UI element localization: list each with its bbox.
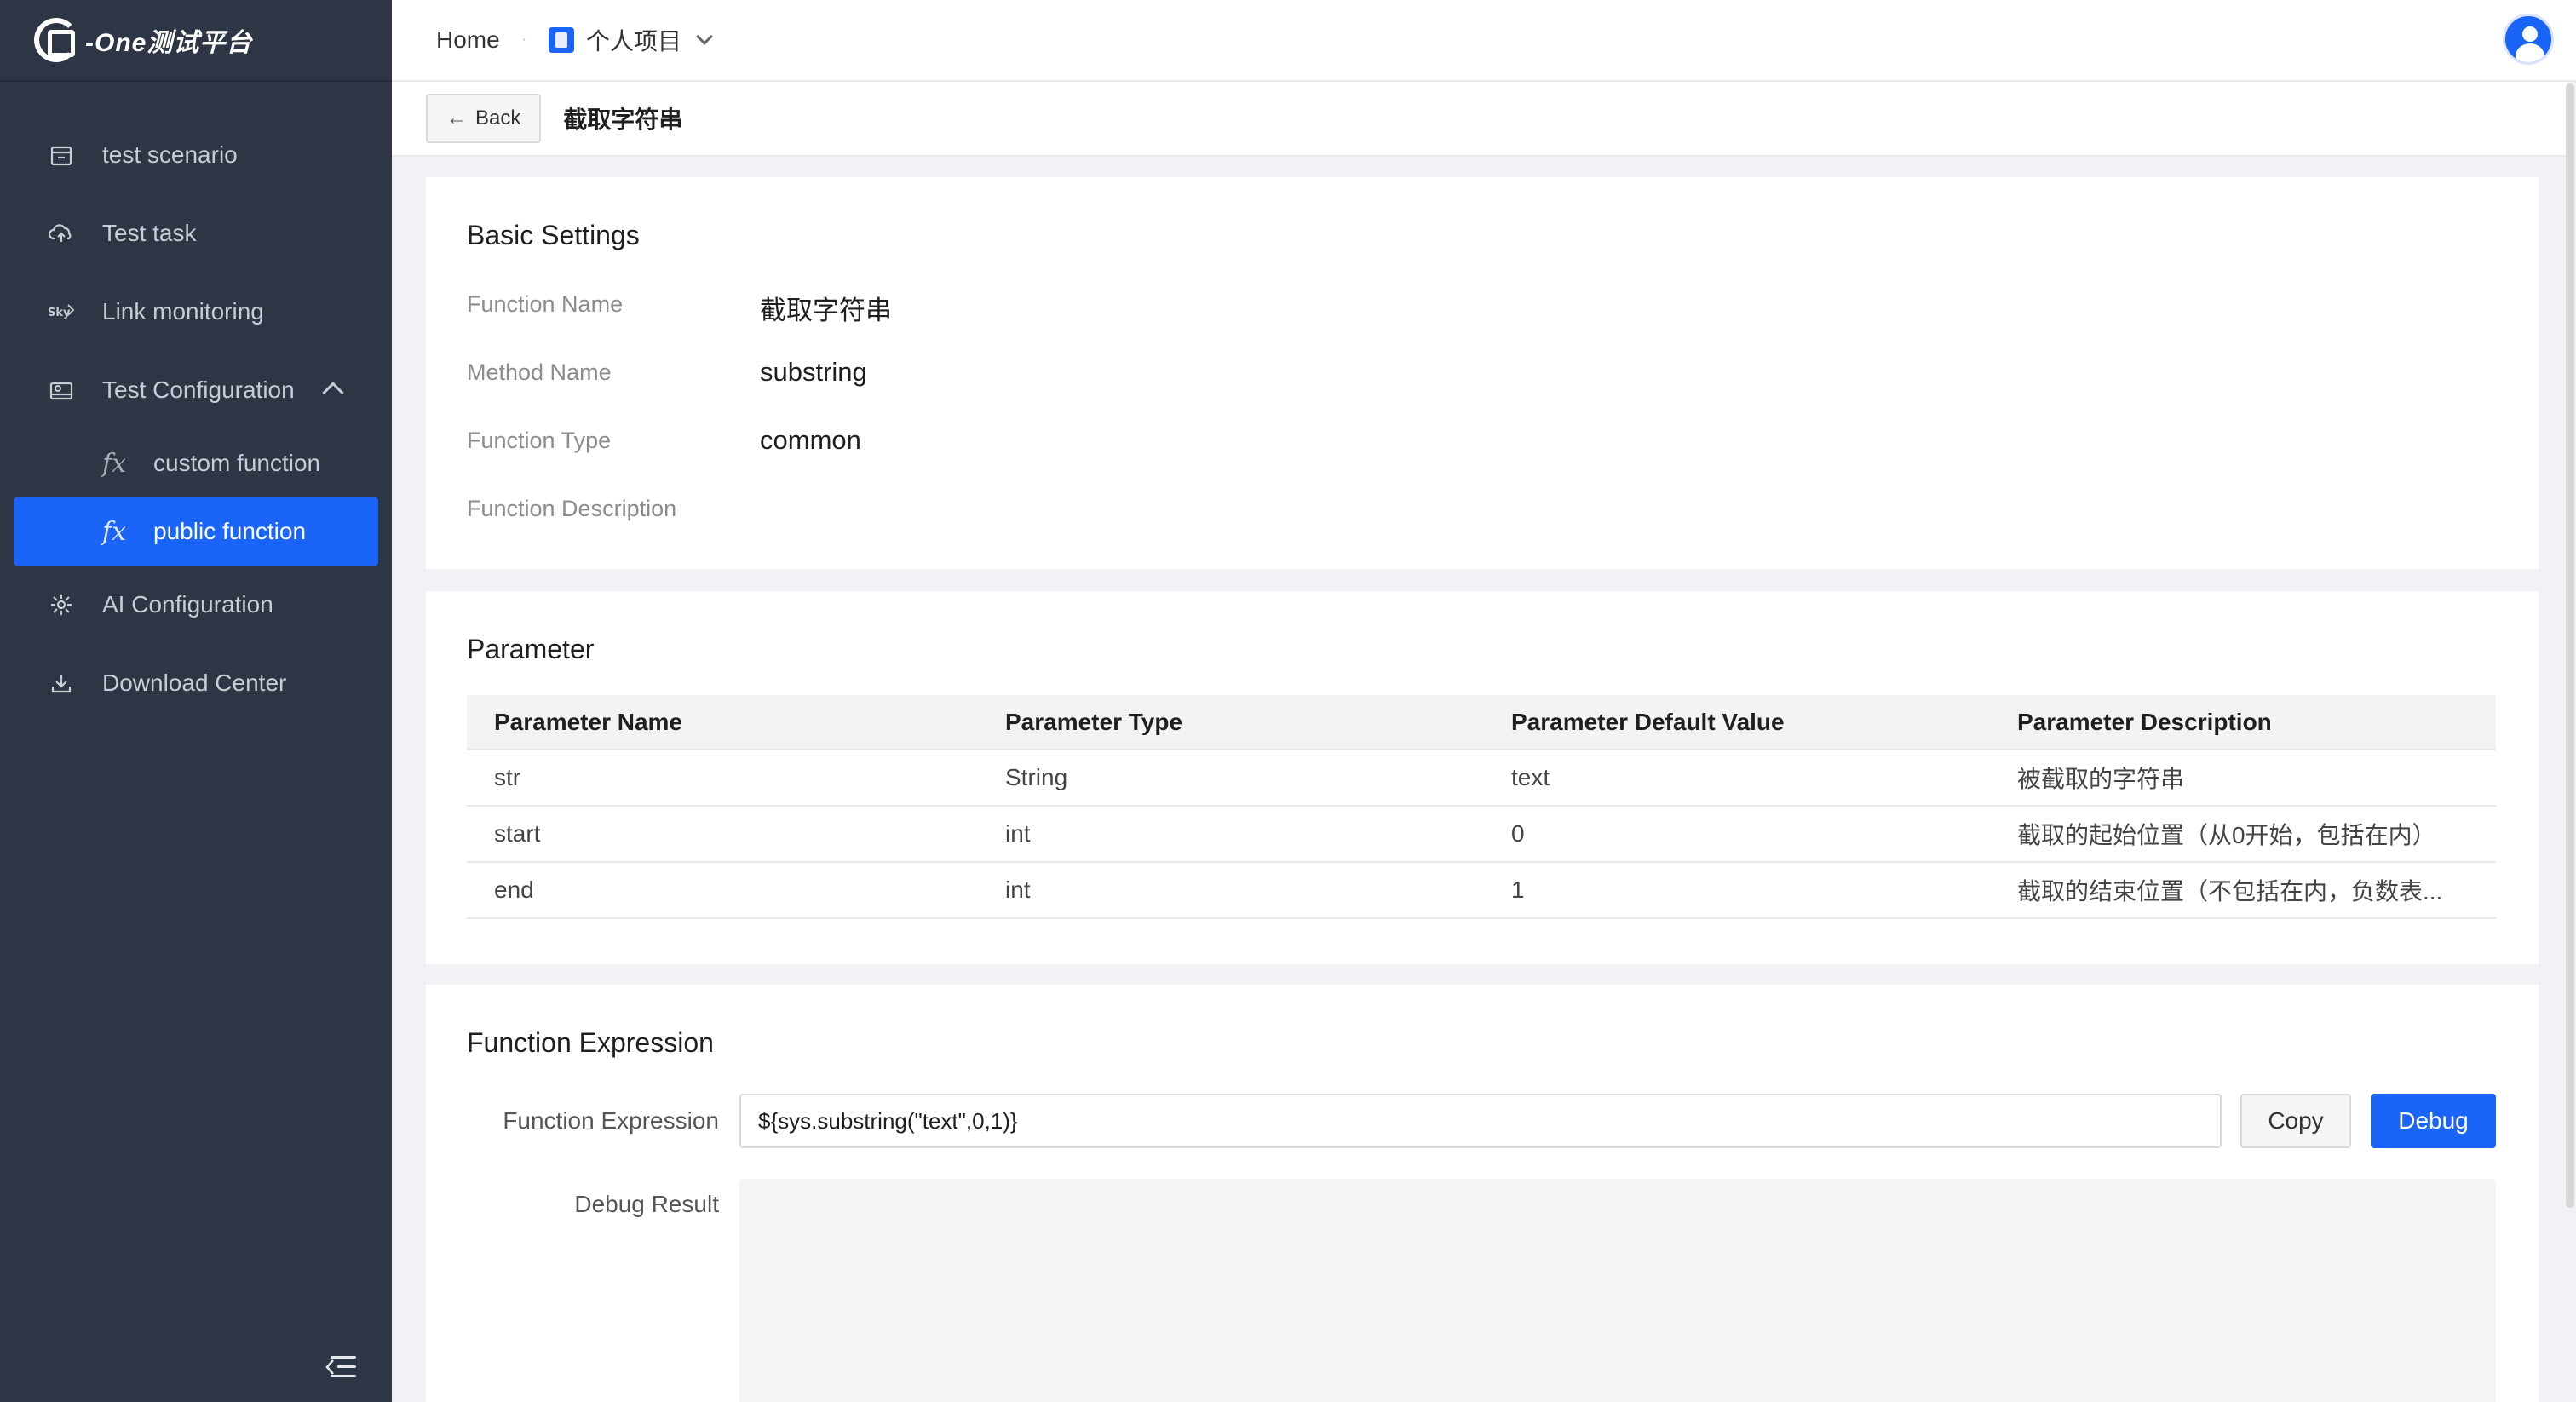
logo[interactable]: -One测试平台 [0, 0, 392, 82]
basic-settings-card: Basic Settings Function Name 截取字符串 Metho… [426, 177, 2539, 569]
table-cell: 被截取的字符串 [1990, 750, 2496, 807]
sidebar-item-label: Download Center [102, 669, 287, 696]
sidebar-item-public-function[interactable]: fx public function [14, 497, 378, 566]
avatar[interactable] [2503, 14, 2554, 65]
sidebar-item-label: Test task [102, 220, 197, 246]
logo-text: -One测试平台 [85, 29, 253, 57]
section-title: Basic Settings [467, 220, 640, 250]
cloud-upload-icon [48, 220, 75, 247]
function-type-label: Function Type [467, 428, 612, 453]
page-title: 截取字符串 [563, 106, 683, 133]
sidebar-nav: test scenario Test task Sky Link monitor… [0, 82, 392, 722]
back-button[interactable]: ← Back [426, 94, 542, 143]
function-name-label: Function Name [467, 291, 624, 317]
ai-icon [48, 591, 75, 618]
function-description-label: Function Description [467, 496, 677, 521]
debug-button[interactable]: Debug [2371, 1094, 2496, 1148]
sidebar-item-custom-function[interactable]: fx custom function [0, 429, 392, 497]
table-cell: int [978, 806, 1484, 863]
breadcrumb-separator: · [521, 32, 527, 47]
copy-button[interactable]: Copy [2240, 1094, 2351, 1148]
back-button-label: Back [475, 106, 521, 129]
fx-icon: fx [102, 516, 127, 547]
column-header: Parameter Description [1990, 695, 2496, 750]
config-icon [48, 376, 75, 404]
sidebar-item-link-monitoring[interactable]: Sky Link monitoring [0, 273, 392, 351]
column-header: Parameter Name [467, 695, 978, 750]
table-cell: end [467, 862, 978, 919]
table-row: end int 1 截取的结束位置（不包括在内，负数表... [467, 862, 2496, 919]
sidebar-item-test-task[interactable]: Test task [0, 194, 392, 273]
sidebar-item-download-center[interactable]: Download Center [0, 644, 392, 722]
project-icon [549, 27, 575, 53]
project-selector[interactable]: 个人项目 [586, 23, 681, 57]
svg-text:Sky: Sky [48, 307, 71, 319]
fx-icon: fx [102, 448, 127, 479]
sidebar-item-test-configuration[interactable]: Test Configuration [0, 351, 392, 429]
top-header: Home · 个人项目 [392, 0, 2576, 82]
table-cell: String [978, 750, 1484, 807]
chevron-up-icon [322, 382, 344, 404]
table-cell: 1 [1484, 862, 1990, 919]
column-header: Parameter Default Value [1484, 695, 1990, 750]
parameter-card: Parameter Parameter Name Parameter Type … [426, 591, 2539, 964]
sidebar-item-label: Test Configuration [102, 376, 295, 403]
method-name-label: Method Name [467, 359, 612, 385]
sidebar-item-label: AI Configuration [102, 591, 273, 618]
sidebar: -One测试平台 test scenario Test task Sky Lin… [0, 0, 392, 1402]
function-name-value: 截取字符串 [760, 296, 892, 325]
table-row: str String text 被截取的字符串 [467, 750, 2496, 807]
debug-result-area[interactable] [739, 1179, 2496, 1402]
table-row: start int 0 截取的起始位置（从0开始，包括在内） [467, 806, 2496, 863]
table-cell: str [467, 750, 978, 807]
table-header-row: Parameter Name Parameter Type Parameter … [467, 695, 2496, 750]
download-icon [48, 669, 75, 697]
sidebar-item-label: public function [153, 518, 307, 544]
user-icon [2522, 26, 2538, 42]
logo-icon [34, 18, 78, 62]
sidebar-item-test-scenario[interactable]: test scenario [0, 116, 392, 194]
page-header: ← Back 截取字符串 [392, 82, 2567, 157]
calendar-icon [48, 141, 75, 169]
sidebar-item-label: custom function [153, 450, 321, 476]
function-type-value: common [760, 425, 861, 455]
debug-result-label: Debug Result [574, 1191, 719, 1217]
section-title: Parameter [467, 634, 595, 664]
table-cell: 截取的起始位置（从0开始，包括在内） [1990, 806, 2496, 863]
sidebar-item-ai-configuration[interactable]: AI Configuration [0, 566, 392, 644]
parameter-table: Parameter Name Parameter Type Parameter … [467, 695, 2496, 919]
sidebar-item-label: test scenario [102, 141, 238, 168]
breadcrumb-home[interactable]: Home [436, 26, 500, 54]
scrollbar[interactable] [2566, 83, 2574, 1208]
column-header: Parameter Type [978, 695, 1484, 750]
sidebar-item-label: Link monitoring [102, 298, 264, 325]
section-title: Function Expression [467, 1027, 714, 1058]
method-name-value: substring [760, 357, 867, 387]
arrow-left-icon: ← [446, 106, 467, 129]
table-cell: start [467, 806, 978, 863]
table-cell: 0 [1484, 806, 1990, 863]
table-cell: text [1484, 750, 1990, 807]
function-expression-label: Function Expression [503, 1107, 719, 1134]
table-cell: 截取的结束位置（不包括在内，负数表... [1990, 862, 2496, 919]
collapse-sidebar-icon[interactable] [325, 1354, 356, 1380]
function-expression-card: Function Expression Function Expression … [426, 985, 2539, 1402]
table-cell: int [978, 862, 1484, 919]
function-expression-input[interactable] [739, 1094, 2222, 1148]
chevron-down-icon[interactable] [696, 28, 713, 45]
skywalking-icon: Sky [48, 298, 75, 325]
